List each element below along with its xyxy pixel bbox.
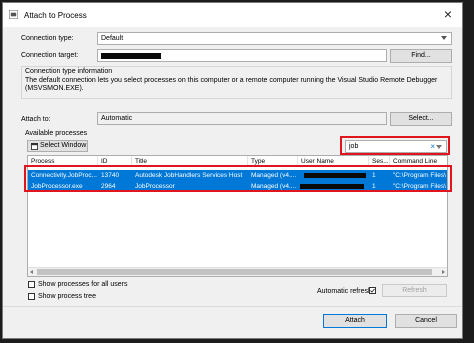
filter-highlight-box (340, 136, 450, 155)
visual-studio-icon (9, 10, 18, 19)
find-button[interactable]: Find... (390, 49, 452, 63)
select-window-button[interactable]: Select Window (27, 140, 88, 152)
connection-info-heading: Connection type information (25, 68, 113, 75)
connection-target-label: Connection target: (21, 52, 79, 59)
attach-to-value: Automatic (97, 112, 387, 125)
window-icon (31, 143, 38, 150)
automatic-refresh-label: Automatic refresh (317, 288, 372, 295)
select-code-type-button[interactable]: Select... (390, 112, 452, 126)
show-process-tree-checkbox[interactable] (28, 293, 35, 300)
select-window-label: Select Window (40, 142, 87, 149)
chevron-down-icon (441, 36, 447, 40)
available-processes-label: Available processes (25, 130, 88, 137)
attach-button[interactable]: Attach (323, 314, 387, 328)
dialog-title: Attach to Process (24, 11, 87, 20)
connection-info-text: The default connection lets you select p… (25, 77, 438, 92)
automatic-refresh-checkbox[interactable] (369, 287, 376, 294)
show-all-users-checkbox[interactable] (28, 281, 35, 288)
refresh-button[interactable]: Refresh (382, 284, 447, 297)
scroll-left-icon[interactable] (30, 270, 33, 274)
attach-to-label: Attach to: (21, 116, 51, 123)
footer-divider (3, 306, 462, 307)
connection-type-value: Default (101, 35, 124, 42)
scrollbar-thumb[interactable] (37, 269, 432, 275)
rows-highlight-box (24, 165, 452, 192)
close-icon[interactable]: × (444, 7, 452, 21)
show-all-users-label: Show processes for all users (38, 281, 128, 288)
checkmark-icon (370, 288, 375, 293)
horizontal-scrollbar[interactable] (28, 267, 447, 276)
scroll-right-icon[interactable] (442, 270, 445, 274)
cancel-button[interactable]: Cancel (395, 314, 457, 328)
title-bar: Attach to Process × (3, 3, 462, 27)
connection-target-input[interactable] (97, 49, 387, 62)
show-process-tree-label: Show process tree (38, 293, 96, 300)
attach-to-process-dialog: Attach to Process × Connection type: Def… (2, 2, 463, 339)
connection-type-label: Connection type: (21, 35, 74, 42)
connection-type-dropdown[interactable]: Default (97, 32, 452, 45)
redacted-connection-target (101, 53, 161, 59)
